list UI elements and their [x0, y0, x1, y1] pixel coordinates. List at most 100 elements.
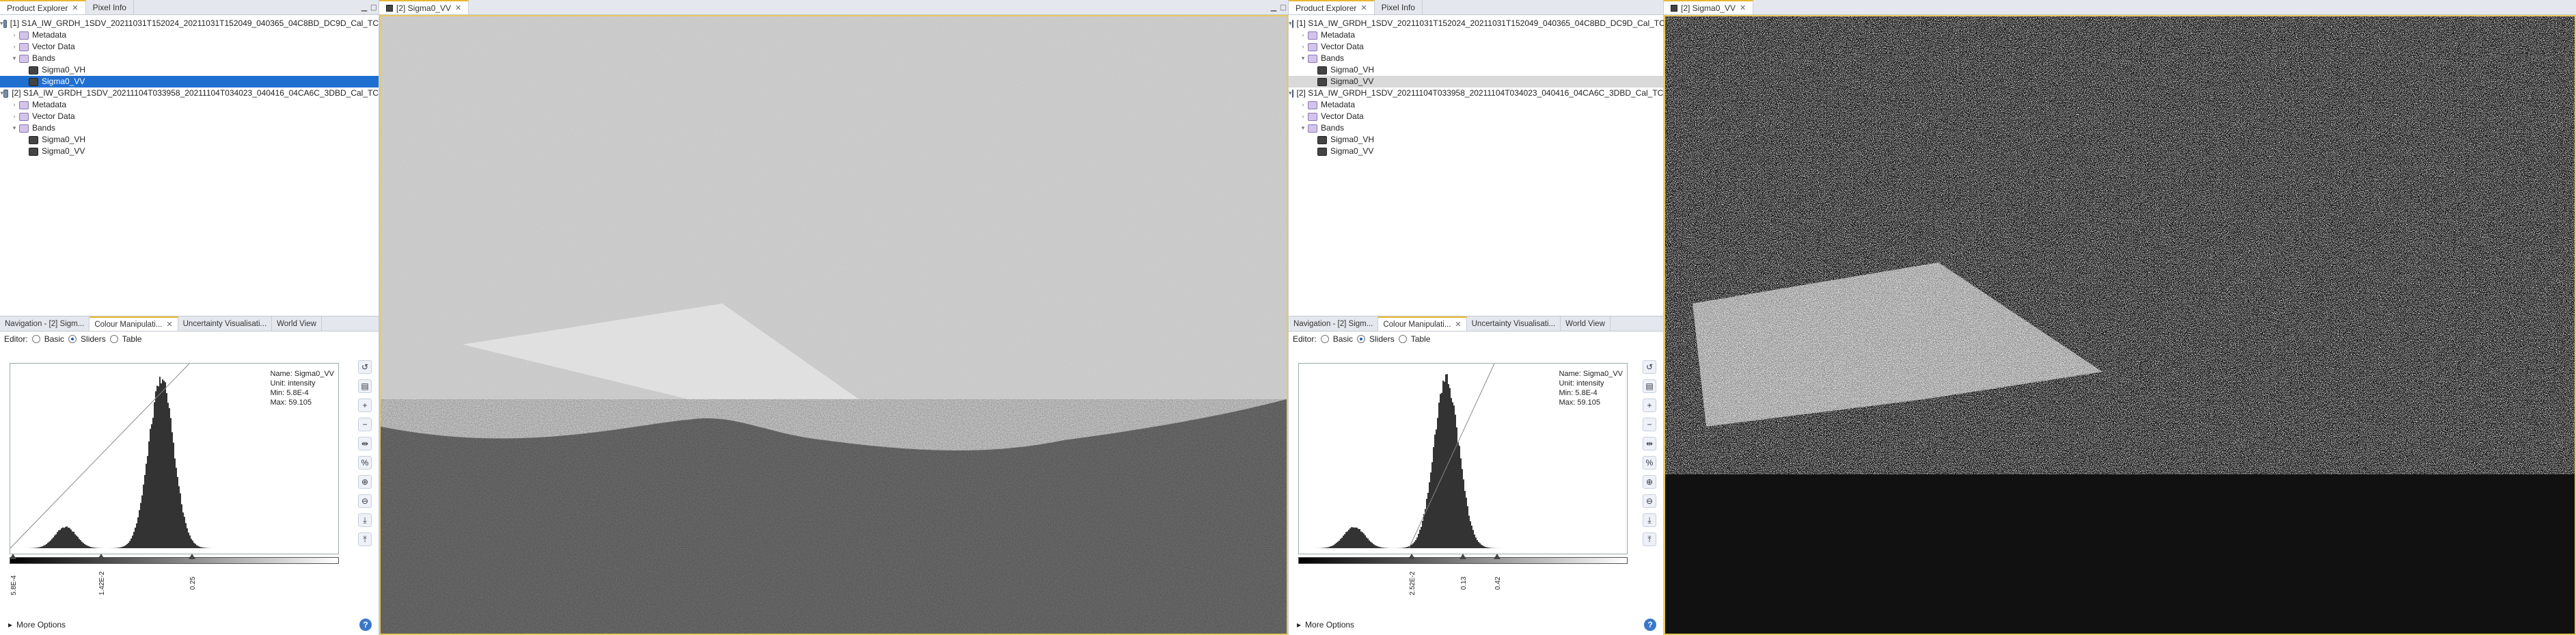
tree-bands[interactable]: ▾ Bands [0, 122, 379, 134]
tree-band[interactable]: Sigma0_VV [1289, 146, 1663, 157]
remove-slider-icon[interactable]: − [1643, 418, 1656, 431]
maximize-icon[interactable]: ▢ [369, 0, 379, 14]
chevron-down-icon[interactable]: ▾ [1289, 18, 1292, 29]
tree-vector-data[interactable]: › Vector Data [0, 41, 379, 53]
radio-table[interactable] [1399, 335, 1407, 343]
sar-image-stretched[interactable] [1664, 15, 2576, 635]
radio-basic[interactable] [1321, 335, 1329, 343]
chevron-right-icon[interactable]: › [1298, 111, 1308, 122]
more-options[interactable]: ▸ More Options [8, 620, 66, 630]
tab-pixel-info[interactable]: Pixel Info [1375, 0, 1423, 14]
tree-bands[interactable]: ▾ Bands [1289, 122, 1663, 134]
tree-product-1[interactable]: ▾ [1] S1A_IW_GRDH_1SDV_20211031T152024_20… [1289, 18, 1663, 29]
tab-colour-manipulation[interactable]: Colour Manipulati... ✕ [1378, 316, 1466, 331]
zoom-out-icon[interactable]: ⊖ [358, 494, 372, 508]
chevron-down-icon[interactable]: ▾ [0, 18, 3, 29]
tab-world-view[interactable]: World View [1561, 316, 1611, 331]
radio-basic[interactable] [32, 335, 40, 343]
minimize-icon[interactable]: ▁ [359, 0, 369, 14]
tree-band[interactable]: Sigma0_VH [1289, 64, 1663, 76]
chevron-right-icon[interactable]: › [1298, 29, 1308, 41]
tree-metadata[interactable]: › Metadata [0, 29, 379, 41]
chevron-right-icon[interactable]: › [10, 29, 19, 41]
remove-slider-icon[interactable]: − [358, 418, 372, 431]
chevron-down-icon[interactable]: ▾ [10, 122, 19, 134]
distribute-icon[interactable]: ⇹ [358, 437, 372, 450]
tree-product-2[interactable]: ▾ [2] S1A_IW_GRDH_1SDV_20211104T033958_20… [1289, 87, 1663, 99]
slider-handle-max[interactable] [1494, 554, 1501, 559]
tree-vector-data[interactable]: › Vector Data [0, 111, 379, 122]
color-palette-icon[interactable]: ▤ [358, 379, 372, 393]
close-icon[interactable]: ✕ [455, 3, 461, 12]
reset-icon[interactable]: ↺ [1643, 360, 1656, 374]
slider-handle-mid[interactable] [98, 554, 105, 559]
minimize-icon[interactable]: ▁ [1269, 0, 1278, 14]
more-options[interactable]: ▸ More Options [1297, 620, 1354, 630]
histogram[interactable]: Name: Sigma0_VV Unit: intensity Min: 5.8… [1298, 363, 1628, 554]
chevron-down-icon[interactable]: ▾ [1298, 122, 1308, 134]
close-icon[interactable]: ✕ [1455, 320, 1461, 329]
tab-pixel-info[interactable]: Pixel Info [86, 0, 134, 14]
tab-image-view[interactable]: [2] Sigma0_VV ✕ [1664, 0, 1753, 14]
slider-handle-mid[interactable] [1460, 554, 1466, 559]
chevron-right-icon[interactable]: › [1298, 99, 1308, 111]
sar-image-gray[interactable] [379, 15, 1288, 635]
export-icon[interactable]: ⤒ [358, 532, 372, 546]
help-icon[interactable]: ? [1644, 619, 1656, 631]
chevron-down-icon[interactable]: ▾ [1289, 87, 1292, 99]
tree-vector-data[interactable]: › Vector Data [1289, 41, 1663, 53]
import-icon[interactable]: ⤓ [358, 513, 372, 527]
tab-image-view[interactable]: [2] Sigma0_VV ✕ [379, 0, 469, 14]
chevron-right-icon[interactable]: › [10, 41, 19, 53]
distribute-icon[interactable]: ⇹ [1643, 437, 1656, 450]
histogram[interactable]: Name: Sigma0_VV Unit: intensity Min: 5.8… [10, 363, 339, 554]
chevron-down-icon[interactable]: ▾ [10, 53, 19, 64]
tree-band-selected[interactable]: Sigma0_VV [1289, 76, 1663, 87]
tab-uncertainty[interactable]: Uncertainty Visualisati... [178, 316, 273, 331]
help-icon[interactable]: ? [359, 619, 372, 631]
chevron-right-icon[interactable]: › [10, 111, 19, 122]
export-icon[interactable]: ⤒ [1643, 532, 1656, 546]
tab-uncertainty[interactable]: Uncertainty Visualisati... [1467, 316, 1561, 331]
slider-handle-min[interactable] [10, 554, 16, 559]
tree-bands[interactable]: ▾ Bands [1289, 53, 1663, 64]
tree-band[interactable]: Sigma0_VH [0, 64, 379, 76]
tree-metadata[interactable]: › Metadata [1289, 99, 1663, 111]
tree-band[interactable]: Sigma0_VV [0, 146, 379, 157]
tree-band-selected[interactable]: Sigma0_VV [0, 76, 379, 87]
radio-sliders[interactable] [68, 335, 77, 343]
color-palette-icon[interactable]: ▤ [1643, 379, 1656, 393]
reset-icon[interactable]: ↺ [358, 360, 372, 374]
import-icon[interactable]: ⤓ [1643, 513, 1656, 527]
tree-band[interactable]: Sigma0_VH [0, 134, 379, 146]
tab-navigation[interactable]: Navigation - [2] Sigm... [0, 316, 90, 331]
close-icon[interactable]: ✕ [166, 320, 172, 329]
tab-product-explorer[interactable]: Product Explorer ✕ [1289, 0, 1375, 14]
chevron-right-icon[interactable]: › [10, 99, 19, 111]
percentile-icon[interactable]: % [1643, 456, 1656, 470]
close-icon[interactable]: ✕ [72, 3, 78, 12]
slider-handle-max[interactable] [189, 554, 195, 559]
tab-colour-manipulation[interactable]: Colour Manipulati... ✕ [90, 316, 178, 331]
tree-product-2[interactable]: ▾ [2] S1A_IW_GRDH_1SDV_20211104T033958_20… [0, 87, 379, 99]
add-slider-icon[interactable]: + [1643, 398, 1656, 412]
radio-table[interactable] [110, 335, 118, 343]
maximize-icon[interactable]: ▢ [1278, 0, 1288, 14]
tree-bands[interactable]: ▾ Bands [0, 53, 379, 64]
zoom-out-icon[interactable]: ⊖ [1643, 494, 1656, 508]
tree-metadata[interactable]: › Metadata [1289, 29, 1663, 41]
tab-product-explorer[interactable]: Product Explorer ✕ [0, 0, 86, 14]
tab-world-view[interactable]: World View [272, 316, 322, 331]
close-icon[interactable]: ✕ [1740, 3, 1746, 12]
chevron-down-icon[interactable]: ▾ [1298, 53, 1308, 64]
tree-metadata[interactable]: › Metadata [0, 99, 379, 111]
chevron-right-icon[interactable]: › [1298, 41, 1308, 53]
slider-handle-min[interactable] [1408, 554, 1415, 559]
add-slider-icon[interactable]: + [358, 398, 372, 412]
zoom-in-icon[interactable]: ⊕ [1643, 475, 1656, 489]
percentile-icon[interactable]: % [358, 456, 372, 470]
zoom-in-icon[interactable]: ⊕ [358, 475, 372, 489]
tree-band[interactable]: Sigma0_VH [1289, 134, 1663, 146]
tree-vector-data[interactable]: › Vector Data [1289, 111, 1663, 122]
radio-sliders[interactable] [1357, 335, 1365, 343]
